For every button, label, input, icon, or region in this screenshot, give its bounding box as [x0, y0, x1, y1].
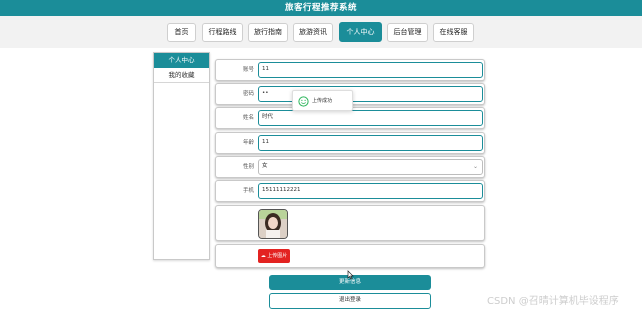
smile-icon — [298, 96, 309, 107]
upload-success-toast: 上传成功 — [292, 90, 353, 111]
main-nav: 首页 行程路线 旅行指南 旅游资讯 个人中心 后台管理 在线客服 — [0, 22, 642, 43]
sidebar-item-favorites[interactable]: 我的收藏 — [154, 68, 209, 83]
name-input[interactable]: 时代 — [258, 110, 483, 126]
nav-guide[interactable]: 旅行指南 — [248, 23, 288, 42]
photo-row — [215, 205, 485, 241]
account-input[interactable]: 11 — [258, 62, 483, 78]
age-label: 年龄 — [242, 140, 254, 146]
nav-customer-service[interactable]: 在线客服 — [433, 23, 474, 42]
account-row: 账号 11 — [215, 59, 485, 81]
cloud-upload-icon: ☁ — [260, 253, 266, 259]
profile-form: 账号 11 密码 •• 姓名 时代 年龄 11 性别 女 ⌄ 手机 151111… — [213, 56, 486, 270]
phone-row: 手机 15111112221 — [215, 180, 485, 202]
toast-message: 上传成功 — [312, 98, 333, 104]
nav-news[interactable]: 旅游资讯 — [293, 23, 333, 42]
sidebar-item-personal-center[interactable]: 个人中心 — [154, 53, 209, 68]
gender-row: 性别 女 ⌄ — [215, 156, 485, 178]
account-label: 账号 — [242, 67, 254, 73]
avatar — [258, 209, 288, 239]
password-label: 密码 — [242, 91, 254, 97]
chevron-down-icon: ⌄ — [472, 163, 478, 170]
gender-select[interactable]: 女 ⌄ — [258, 159, 483, 175]
nav-home[interactable]: 首页 — [167, 23, 196, 42]
logout-button[interactable]: 退出登录 — [269, 293, 431, 309]
mouse-cursor-icon — [347, 270, 354, 280]
gender-value: 女 — [262, 163, 268, 169]
upload-image-button[interactable]: ☁ 上传图片 — [258, 249, 290, 263]
nav-routes[interactable]: 行程路线 — [202, 23, 243, 42]
site-title: 旅客行程推荐系统 — [284, 3, 357, 13]
phone-input[interactable]: 15111112221 — [258, 183, 483, 199]
sidebar: 个人中心 我的收藏 — [153, 52, 210, 260]
gender-label: 性别 — [242, 164, 254, 170]
watermark: CSDN @召晴计算机毕设程序 — [487, 296, 619, 307]
nav-personal-center[interactable]: 个人中心 — [339, 22, 382, 42]
upload-row: ☁ 上传图片 — [215, 244, 485, 268]
age-row: 年龄 11 — [215, 132, 485, 154]
nav-admin[interactable]: 后台管理 — [387, 23, 428, 42]
upload-image-label: 上传图片 — [267, 253, 288, 259]
age-input[interactable]: 11 — [258, 135, 483, 151]
name-label: 姓名 — [242, 115, 254, 121]
phone-label: 手机 — [242, 188, 254, 194]
